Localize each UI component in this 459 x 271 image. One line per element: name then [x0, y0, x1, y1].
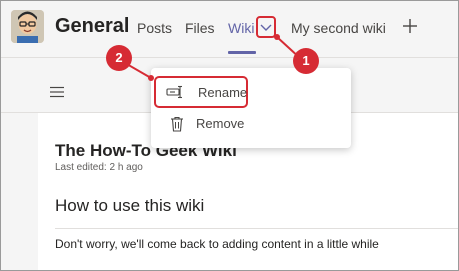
sections-menu-button[interactable] — [49, 85, 65, 98]
add-tab-button[interactable] — [401, 16, 419, 36]
teams-window: General Posts Files Wiki My second wiki … — [0, 0, 459, 271]
plus-icon — [403, 19, 417, 33]
channel-header: General Posts Files Wiki My second wiki — [1, 1, 458, 58]
menu-item-label: Remove — [196, 116, 245, 131]
menu-item-rename[interactable]: Rename — [154, 76, 248, 108]
tab-options-button[interactable] — [256, 16, 276, 38]
menu-item-remove[interactable]: Remove — [157, 110, 345, 140]
rename-icon — [166, 85, 182, 99]
tab-my-second-wiki[interactable]: My second wiki — [291, 20, 386, 36]
active-tab-indicator — [228, 51, 256, 54]
hamburger-icon — [50, 86, 64, 98]
avatar-image — [11, 10, 44, 43]
callout-1: 1 — [293, 48, 319, 74]
last-edited: Last edited: 2 h ago — [55, 162, 143, 173]
tab-files[interactable]: Files — [185, 20, 215, 36]
section-divider — [55, 228, 458, 229]
trash-icon — [171, 116, 183, 132]
section-paragraph: Don't worry, we'll come back to adding c… — [55, 237, 379, 251]
tab-options-menu: Rename Remove — [151, 68, 351, 148]
callout-2: 2 — [106, 45, 132, 71]
tab-posts[interactable]: Posts — [137, 20, 172, 36]
section-title: How to use this wiki — [55, 196, 205, 215]
menu-item-label: Rename — [198, 85, 248, 100]
team-avatar[interactable] — [11, 10, 44, 43]
channel-title: General — [55, 15, 130, 37]
tab-wiki[interactable]: Wiki — [228, 20, 254, 36]
chevron-down-icon — [260, 24, 272, 31]
